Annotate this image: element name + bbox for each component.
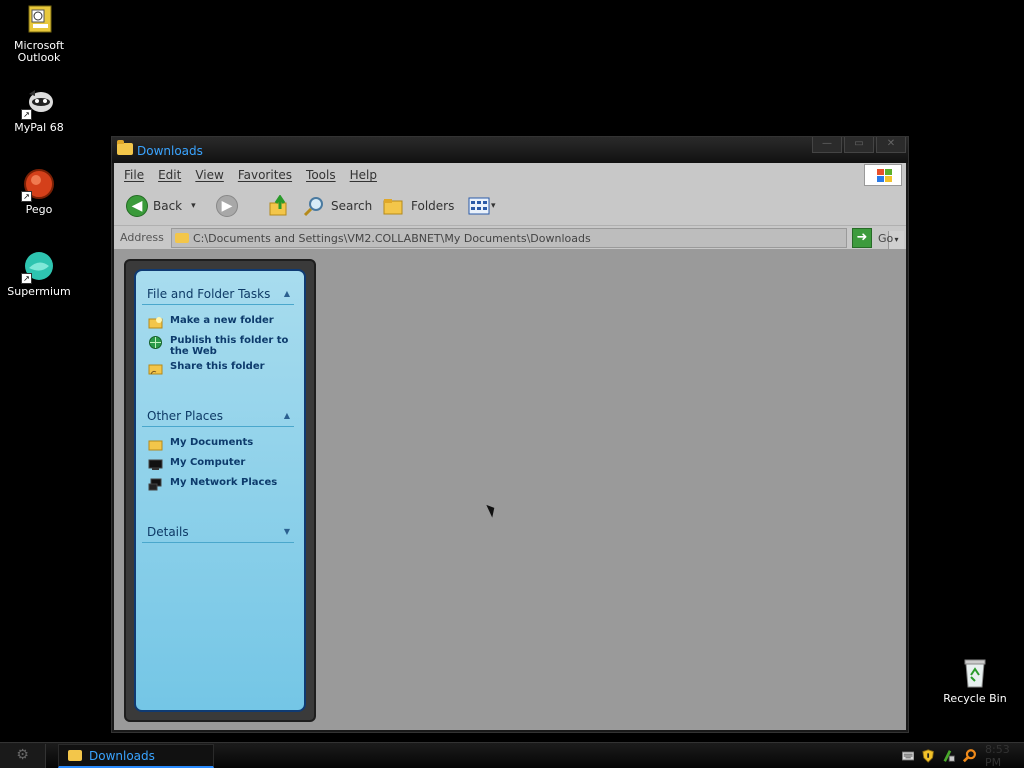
expand-chevron-icon[interactable]: ▼ [284,527,290,536]
keyboard-icon[interactable] [902,751,915,761]
collapse-chevron-icon[interactable]: ▲ [284,289,290,298]
go-arrow-icon: ➜ [852,228,872,248]
menu-edit[interactable]: Edit [158,168,181,182]
details-header[interactable]: Details ▼ [142,523,294,543]
search-tray-icon[interactable] [962,748,977,764]
folders-label: Folders [411,199,455,213]
taskbar-button-downloads[interactable]: Downloads [58,744,214,768]
folder-content-area[interactable]: File and Folder Tasks ▲ Make a new folde… [114,249,906,730]
security-shield-icon[interactable] [922,748,935,764]
explorer-window: Downloads — ▭ ✕ File Edit View Favorites… [111,136,909,733]
search-label: Search [331,199,373,213]
menu-help[interactable]: Help [350,168,377,182]
network-status-icon[interactable] [943,748,955,764]
share-folder-icon [148,364,163,375]
folders-button[interactable]: Folders [382,194,454,218]
views-dropdown-icon: ▾ [491,201,496,211]
folder-icon [117,140,133,155]
globe-icon [149,336,162,349]
desktop-icon-supermium[interactable]: ↗ Supermium [1,250,77,298]
shortcut-arrow-icon: ↗ [21,191,32,202]
start-button[interactable]: ⚙ [0,744,46,768]
place-my-computer[interactable]: My Computer [148,457,298,471]
back-button[interactable]: ◀ Back ▾ [126,194,196,218]
collapse-chevron-icon[interactable]: ▲ [284,411,290,420]
desktop-icon-mypal-68[interactable]: ↗ MyPal 68 [1,86,77,134]
menu-bar: File Edit View Favorites Tools Help [114,163,906,187]
up-folder-button[interactable] [268,194,292,218]
mypal-icon: ↗ [21,86,55,120]
place-my-documents[interactable]: My Documents [148,437,298,451]
task-pane: File and Folder Tasks ▲ Make a new folde… [134,269,306,712]
window-controls: — ▭ ✕ [812,137,906,153]
forward-arrow-icon: ▶ [216,195,238,217]
menu-favorites[interactable]: Favorites [238,168,292,182]
place-my-network-places[interactable]: My Network Places [148,477,298,491]
taskbar: ⚙ Downloads 8:53 PM [0,742,1024,768]
views-button[interactable]: ▾ [468,194,496,218]
standard-toolbar: ◀ Back ▾ ▶ Search Folders ▾ [114,187,906,225]
task-pane-frame: File and Folder Tasks ▲ Make a new folde… [124,259,316,722]
outlook-icon [23,4,55,36]
folder-icon [68,750,82,761]
network-places-icon [148,478,162,491]
desktop-icon-recycle-bin[interactable]: Recycle Bin [937,657,1013,705]
search-button[interactable]: Search [302,194,372,218]
system-tray: 8:53 PM [874,743,1024,768]
file-folder-tasks-header[interactable]: File and Folder Tasks ▲ [142,285,294,305]
back-arrow-icon: ◀ [126,195,148,217]
menu-tools[interactable]: Tools [306,168,336,182]
maximize-button[interactable]: ▭ [844,137,874,153]
back-history-dropdown-icon[interactable]: ▾ [191,201,196,211]
task-share-folder[interactable]: Share this folder [148,361,298,375]
clock[interactable]: 8:53 PM [985,743,1024,768]
go-label: Go [878,231,894,245]
recycle-bin-icon [959,657,991,689]
desktop-icon-pego[interactable]: ↗ Pego [1,168,77,216]
forward-button[interactable]: ▶ [216,194,238,218]
task-make-new-folder[interactable]: Make a new folder [148,315,298,329]
back-label: Back [153,199,183,213]
minimize-button[interactable]: — [812,137,842,153]
address-input[interactable]: C:\Documents and Settings\VM2.COLLABNET\… [171,228,904,249]
up-folder-icon [269,195,287,216]
my-computer-icon [148,459,163,470]
menu-view[interactable]: View [195,168,223,182]
shortcut-arrow-icon: ↗ [21,273,32,284]
other-places-header[interactable]: Other Places ▲ [142,407,294,427]
folders-icon [383,199,403,215]
new-folder-icon [148,317,163,329]
search-icon [303,197,323,217]
supermium-icon: ↗ [21,250,55,284]
title-bar[interactable]: Downloads — ▭ ✕ [112,137,908,163]
window-title: Downloads [137,144,203,158]
pego-icon: ↗ [21,168,55,202]
task-publish-folder-web[interactable]: Publish this folder to the Web [148,335,298,357]
address-label: Address [120,231,164,244]
my-documents-icon [148,440,163,451]
go-button[interactable]: ➜ Go [852,228,893,248]
shortcut-arrow-icon: ↗ [21,109,32,120]
address-bar: Address C:\Documents and Settings\VM2.CO… [114,225,906,249]
address-value: C:\Documents and Settings\VM2.COLLABNET\… [193,232,591,245]
windows-logo-icon [864,164,902,186]
menu-file[interactable]: File [124,168,144,182]
views-icon [468,197,490,215]
close-button[interactable]: ✕ [876,137,906,153]
folder-icon [175,233,189,243]
desktop-icon-microsoft-outlook[interactable]: Microsoft Outlook [1,4,77,64]
